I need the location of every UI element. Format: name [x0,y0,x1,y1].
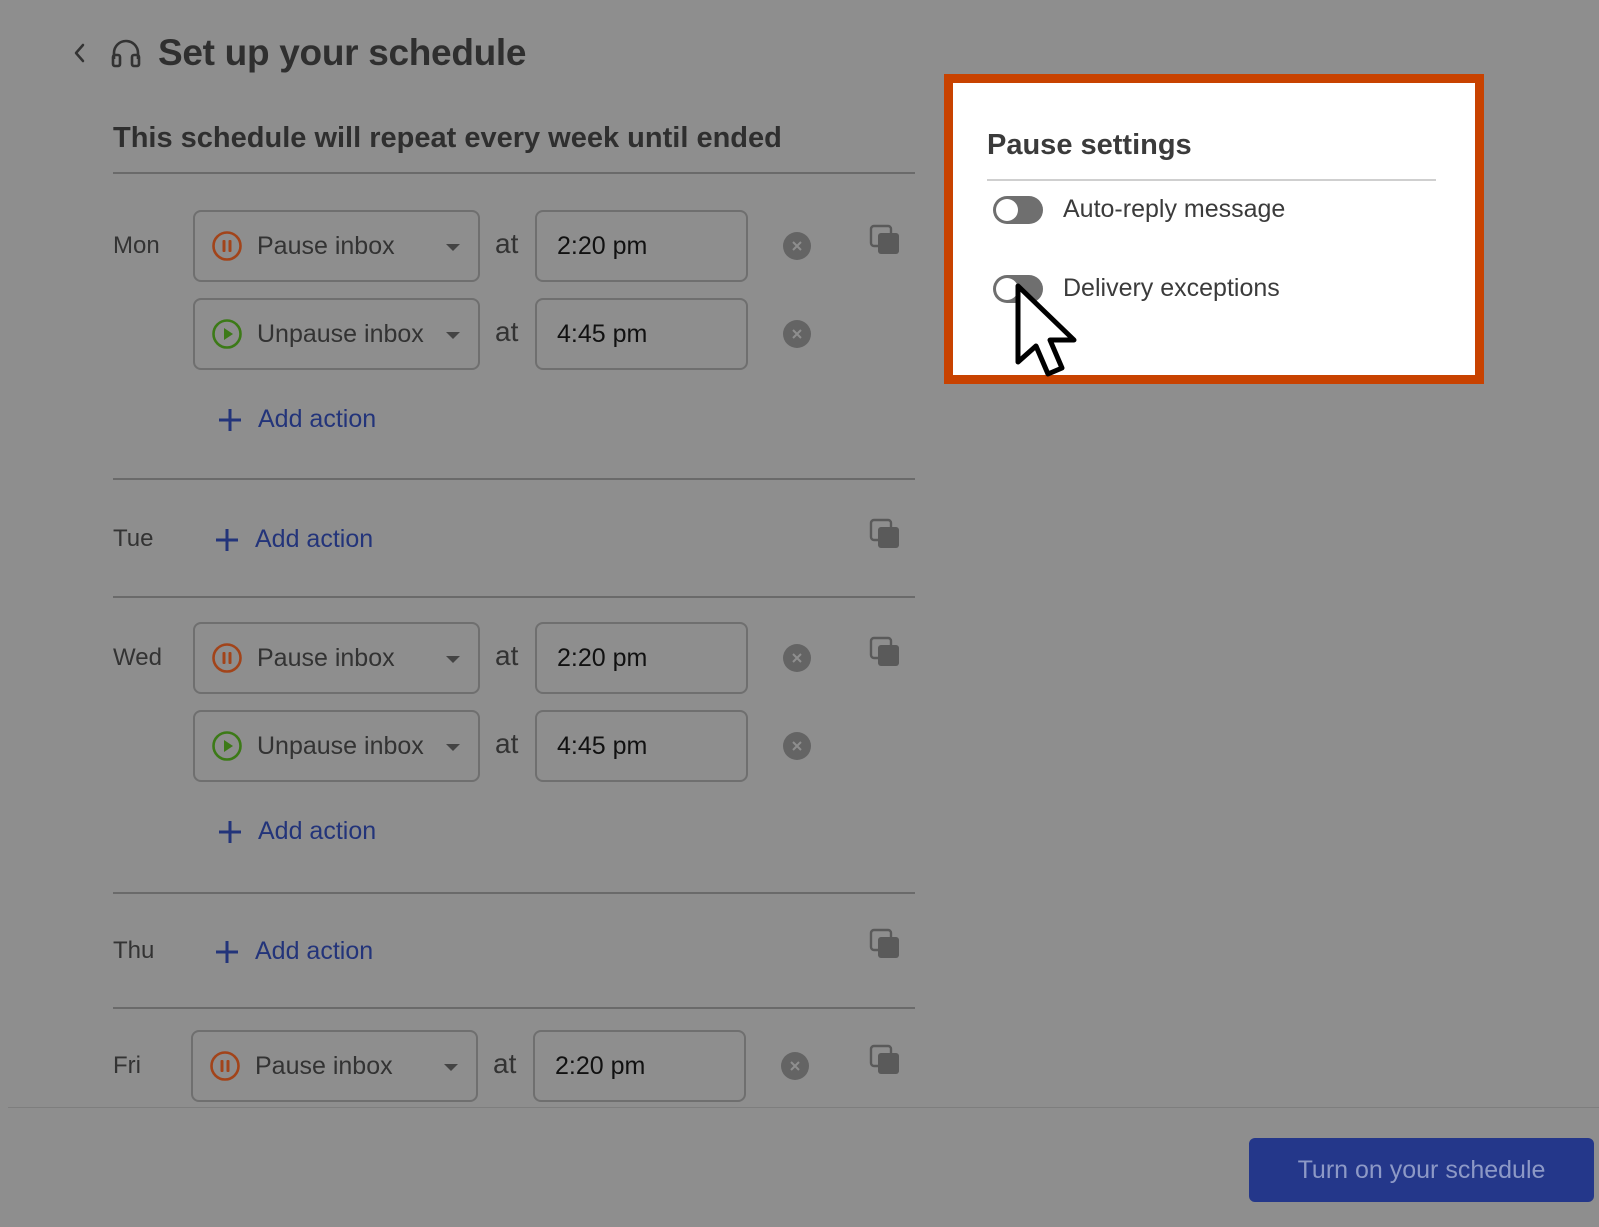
action-type-select[interactable]: Pause inbox [193,210,480,282]
add-action-button[interactable]: Add action [216,817,376,846]
action-type-label: Pause inbox [257,643,395,672]
day-label: Fri [113,1052,141,1079]
schedule-action-row: Unpause inbox at 4:45 pm [193,298,833,370]
auto-reply-toggle-row[interactable]: Auto-reply message [993,195,1285,224]
pause-circle-icon [209,1050,241,1082]
close-circle-icon[interactable] [781,1052,809,1080]
action-type-select[interactable]: Pause inbox [193,622,480,694]
copy-icon[interactable] [869,518,901,550]
plus-icon [216,406,244,434]
plus-icon [213,526,241,554]
day-tuesday: Tue Add action [113,480,915,598]
add-action-label: Add action [255,937,374,965]
action-type-select[interactable]: Unpause inbox [193,298,480,370]
close-circle-icon[interactable] [783,732,811,760]
add-action-label: Add action [258,405,377,433]
toggle-knob [996,277,1018,300]
chevron-left-icon[interactable] [68,42,90,64]
schedule-action-row: Pause inbox at 2:20 pm [193,622,833,694]
add-action-button[interactable]: Add action [216,405,376,434]
add-action-button[interactable]: Add action [213,525,373,554]
chevron-down-icon [446,656,460,663]
page-title: Set up your schedule [158,32,527,73]
page-header: Set up your schedule [68,28,527,78]
action-type-label: Pause inbox [255,1051,393,1080]
delivery-exceptions-toggle[interactable] [993,274,1043,303]
action-type-select[interactable]: Unpause inbox [193,710,480,782]
day-label: Tue [113,525,154,552]
day-label: Wed [113,644,162,671]
schedule-action-row: Unpause inbox at 4:45 pm [193,710,833,782]
day-monday: Mon Pause inbox at 2:20 pm Unpause inbox… [113,208,915,480]
play-circle-icon [211,318,243,350]
turn-on-schedule-button[interactable]: Turn on your schedule [1249,1138,1594,1202]
day-label: Thu [113,937,155,964]
chevron-down-icon [446,744,460,751]
panel-title: Pause settings [987,129,1192,161]
chevron-down-icon [444,1064,458,1071]
time-input[interactable]: 4:45 pm [535,298,748,370]
schedule-action-row: Pause inbox at 2:20 pm [191,1030,831,1102]
time-input[interactable]: 2:20 pm [535,210,748,282]
at-label: at [495,640,519,671]
plus-icon [213,938,241,966]
toggle-label: Delivery exceptions [1063,274,1280,302]
at-label: at [495,728,519,759]
headset-icon [110,37,142,69]
close-circle-icon[interactable] [783,232,811,260]
day-friday: Fri Pause inbox at 2:20 pm [113,1030,915,1106]
action-type-label: Pause inbox [257,231,395,260]
play-circle-icon [211,730,243,762]
schedule-action-row: Pause inbox at 2:20 pm [193,210,833,282]
close-circle-icon[interactable] [783,644,811,672]
divider [987,179,1436,181]
at-label: at [495,228,519,259]
action-type-label: Unpause inbox [257,319,424,348]
action-type-select[interactable]: Pause inbox [191,1030,478,1102]
auto-reply-toggle[interactable] [993,195,1043,224]
copy-icon[interactable] [869,636,901,668]
at-label: at [493,1048,517,1079]
footer-divider [8,1107,1599,1108]
toggle-label: Auto-reply message [1063,195,1286,223]
add-action-label: Add action [258,817,377,845]
time-input[interactable]: 2:20 pm [533,1030,746,1102]
copy-icon[interactable] [869,928,901,960]
action-type-label: Unpause inbox [257,731,424,760]
divider [113,596,915,598]
day-wednesday: Wed Pause inbox at 2:20 pm Unpause inbox… [113,620,915,894]
copy-icon[interactable] [869,224,901,256]
plus-icon [216,818,244,846]
pause-circle-icon [211,230,243,262]
divider [113,1007,915,1009]
time-input[interactable]: 2:20 pm [535,622,748,694]
day-label: Mon [113,232,160,259]
toggle-knob [996,198,1018,221]
delivery-exceptions-toggle-row[interactable]: Delivery exceptions [993,274,1280,303]
time-input[interactable]: 4:45 pm [535,710,748,782]
chevron-down-icon [446,244,460,251]
pause-settings-panel: Pause settings Auto-reply message Delive… [944,74,1484,384]
schedule-subtitle: This schedule will repeat every week unt… [113,122,782,154]
divider [113,172,915,174]
at-label: at [495,316,519,347]
copy-icon[interactable] [869,1044,901,1076]
chevron-down-icon [446,332,460,339]
pause-circle-icon [211,642,243,674]
close-circle-icon[interactable] [783,320,811,348]
add-action-button[interactable]: Add action [213,937,373,966]
day-thursday: Thu Add action [113,894,915,1012]
add-action-label: Add action [255,525,374,553]
